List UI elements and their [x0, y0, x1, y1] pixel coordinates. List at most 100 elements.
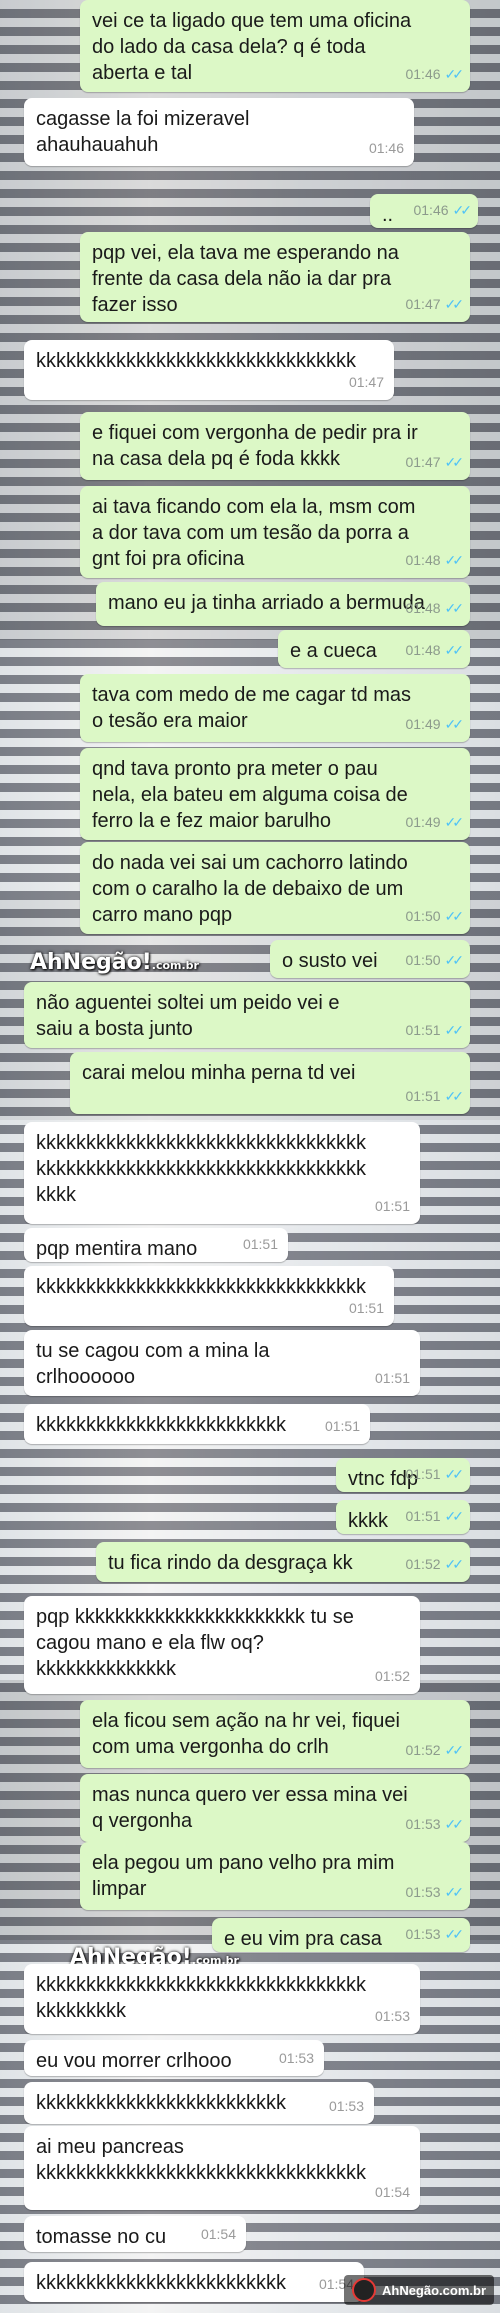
message-text: tava com medo de me cagar td mas o tesão…: [92, 684, 412, 732]
outgoing-message[interactable]: ai tava ficando com ela la, msm com a do…: [80, 486, 470, 578]
message-meta: 01:49 ✓✓: [405, 711, 465, 737]
message-text: kkkkkkkkkkkkkkkkkkkkkkkkk: [36, 1414, 286, 1436]
message-meta: 01:51 ✓✓: [405, 1461, 465, 1487]
incoming-message[interactable]: tu se cagou com a mina la crlhoooooo 01:5…: [24, 1330, 420, 1396]
outgoing-message[interactable]: .. 01:46 ✓✓: [370, 194, 478, 228]
message-timestamp: 01:46: [405, 66, 441, 82]
message-text: ela pegou um pano velho pra mim limpar: [92, 1852, 395, 1900]
outgoing-message[interactable]: ela ficou sem ação na hr vei, fiquei com…: [80, 1700, 470, 1768]
incoming-message[interactable]: kkkkkkkkkkkkkkkkkkkkkkkkkkkkkkkk 01:47: [24, 340, 394, 400]
outgoing-message[interactable]: mas nunca quero ver essa mina vei q verg…: [80, 1774, 470, 1842]
outgoing-message[interactable]: ela pegou um pano velho pra mim limpar 01…: [80, 1842, 470, 1910]
message-timestamp: 01:53: [405, 1926, 441, 1942]
message-timestamp: 01:51: [242, 1236, 278, 1252]
incoming-message[interactable]: kkkkkkkkkkkkkkkkkkkkkkkkkkkkkkkkk 01:51: [24, 1266, 394, 1326]
chat-thread[interactable]: vei ce ta ligado que tem uma oficina do …: [0, 0, 500, 2313]
incoming-message[interactable]: kkkkkkkkkkkkkkkkkkkkkkkkk 01:54: [24, 2262, 364, 2302]
outgoing-message[interactable]: vei ce ta ligado que tem uma oficina do …: [80, 0, 470, 92]
outgoing-message[interactable]: tu fica rindo da desgraça kk 01:52 ✓✓: [96, 1542, 470, 1582]
outgoing-message[interactable]: não aguentei soltei um peido vei e saiu …: [24, 982, 470, 1048]
incoming-message[interactable]: pqp mentira mano 01:51: [24, 1228, 288, 1262]
message-timestamp: 01:48: [405, 642, 441, 658]
outgoing-message[interactable]: qnd tava pronto pra meter o pau nela, el…: [80, 748, 470, 840]
message-meta: 01:50 ✓✓: [405, 903, 465, 929]
outgoing-message[interactable]: carai melou minha perna td vei 01:51 ✓✓: [70, 1052, 470, 1114]
message-text: ai tava ficando com ela la, msm com a do…: [92, 496, 416, 570]
double-check-icon: ✓✓: [444, 1022, 465, 1038]
message-meta: 01:46 ✓✓: [405, 61, 464, 87]
message-timestamp: 01:51: [405, 1022, 441, 1038]
double-check-icon: ✓✓: [452, 202, 473, 218]
message-meta: 01:48 ✓✓: [405, 595, 465, 621]
message-meta: 01:48 ✓✓: [405, 547, 465, 573]
double-check-icon: ✓✓: [444, 1556, 465, 1572]
outgoing-message[interactable]: do nada vei sai um cachorro latindo com …: [80, 842, 470, 934]
double-check-icon: ✓✓: [444, 1816, 465, 1832]
message-text: pqp mentira mano: [36, 1238, 198, 1260]
double-check-icon: ✓✓: [444, 814, 465, 830]
message-timestamp: 01:54: [200, 2226, 236, 2242]
message-text: ai meu pancreas kkkkkkkkkkkkkkkkkkkkkkkk…: [36, 2136, 366, 2184]
incoming-message[interactable]: cagasse la foi mizeravel ahauhauahuh 01:4…: [24, 98, 414, 166]
message-meta: 01:51: [375, 1365, 410, 1391]
double-check-icon: ✓✓: [444, 552, 465, 568]
outgoing-message[interactable]: tava com medo de me cagar td mas o tesão…: [80, 674, 470, 742]
message-meta: 01:53: [279, 2045, 314, 2071]
incoming-message[interactable]: kkkkkkkkkkkkkkkkkkkkkkkkkkkkkkkkk kkkkkk…: [24, 1964, 420, 2034]
double-check-icon: ✓✓: [444, 908, 465, 924]
message-meta: 01:47 ✓✓: [405, 449, 464, 475]
message-text: mas nunca quero ver essa mina vei q verg…: [92, 1784, 408, 1832]
message-timestamp: 01:47: [348, 374, 384, 390]
message-text: pqp kkkkkkkkkkkkkkkkkkkkkkk tu se cagou …: [36, 1606, 354, 1680]
outgoing-message[interactable]: pqp vei, ela tava me esperando na frente…: [80, 232, 470, 322]
double-check-icon: ✓✓: [444, 600, 465, 616]
double-check-icon: ✓✓: [444, 1742, 465, 1758]
message-timestamp: 01:46: [368, 140, 404, 156]
outgoing-message[interactable]: mano eu ja tinha arriado a bermuda 01:48 ✓…: [96, 582, 470, 626]
double-check-icon: ✓✓: [444, 1466, 465, 1482]
outgoing-message[interactable]: e fiquei com vergonha de pedir pra ir na…: [80, 412, 470, 480]
outgoing-message[interactable]: kkkk 01:51 ✓✓: [336, 1500, 470, 1534]
message-timestamp: 01:46: [413, 202, 449, 218]
double-check-icon: ✓✓: [444, 1926, 465, 1942]
message-timestamp: 01:51: [405, 1508, 441, 1524]
message-text: kkkkkkkkkkkkkkkkkkkkkkkkkkkkkkkk: [36, 350, 356, 372]
incoming-message[interactable]: pqp kkkkkkkkkkkkkkkkkkkkkkk tu se cagou …: [24, 1596, 420, 1694]
incoming-message[interactable]: eu vou morrer crlhooo 01:53: [24, 2040, 324, 2076]
double-check-icon: ✓✓: [444, 1088, 465, 1104]
message-text: kkkkkkkkkkkkkkkkkkkkkkkkk: [36, 2272, 286, 2294]
incoming-message[interactable]: kkkkkkkkkkkkkkkkkkkkkkkkk 01:53: [24, 2082, 374, 2124]
outgoing-message[interactable]: vtnc fdp 01:51 ✓✓: [336, 1458, 470, 1492]
message-timestamp: 01:53: [328, 2098, 364, 2114]
message-meta: 01:51 ✓✓: [405, 1503, 464, 1529]
message-timestamp: 01:52: [405, 1556, 441, 1572]
incoming-message[interactable]: kkkkkkkkkkkkkkkkkkkkkkkkk 01:51: [24, 1404, 370, 1444]
outgoing-message[interactable]: e a cueca 01:48 ✓✓: [278, 630, 470, 668]
double-check-icon: ✓✓: [444, 716, 465, 732]
message-text: kkkkkkkkkkkkkkkkkkkkkkkkkkkkkkkkk kkkkkk…: [36, 1132, 366, 1206]
message-timestamp: 01:52: [374, 1668, 410, 1684]
message-meta: 01:46 ✓✓: [413, 197, 473, 223]
message-meta: 01:54: [201, 2221, 236, 2247]
message-meta: 01:47: [349, 369, 384, 395]
outgoing-message[interactable]: o susto vei 01:50 ✓✓: [270, 940, 470, 978]
double-check-icon: ✓✓: [444, 296, 465, 312]
message-meta: 01:47 ✓✓: [405, 291, 465, 317]
message-timestamp: 01:50: [405, 908, 441, 924]
message-meta: 01:52 ✓✓: [405, 1737, 465, 1763]
message-text: qnd tava pronto pra meter o pau nela, el…: [92, 758, 408, 832]
message-meta: 01:48 ✓✓: [405, 637, 464, 663]
outgoing-message[interactable]: e eu vim pra casa 01:53 ✓✓: [212, 1918, 470, 1952]
message-timestamp: 01:53: [374, 2008, 410, 2024]
message-timestamp: 01:50: [405, 952, 441, 968]
footer-watermark-text: AhNegão.com.br: [381, 2282, 486, 2298]
message-meta: 01:52 ✓✓: [405, 1551, 465, 1577]
incoming-message[interactable]: kkkkkkkkkkkkkkkkkkkkkkkkkkkkkkkkk kkkkkk…: [24, 1122, 420, 1224]
incoming-message[interactable]: ai meu pancreas kkkkkkkkkkkkkkkkkkkkkkkk…: [24, 2126, 420, 2210]
incoming-message[interactable]: tomasse no cu 01:54: [24, 2216, 246, 2252]
message-text: carai melou minha perna td vei: [82, 1062, 356, 1084]
message-meta: 01:53 ✓✓: [405, 1921, 465, 1947]
double-check-icon: ✓✓: [444, 952, 465, 968]
message-meta: 01:46: [369, 135, 404, 161]
message-timestamp: 01:53: [405, 1816, 441, 1832]
